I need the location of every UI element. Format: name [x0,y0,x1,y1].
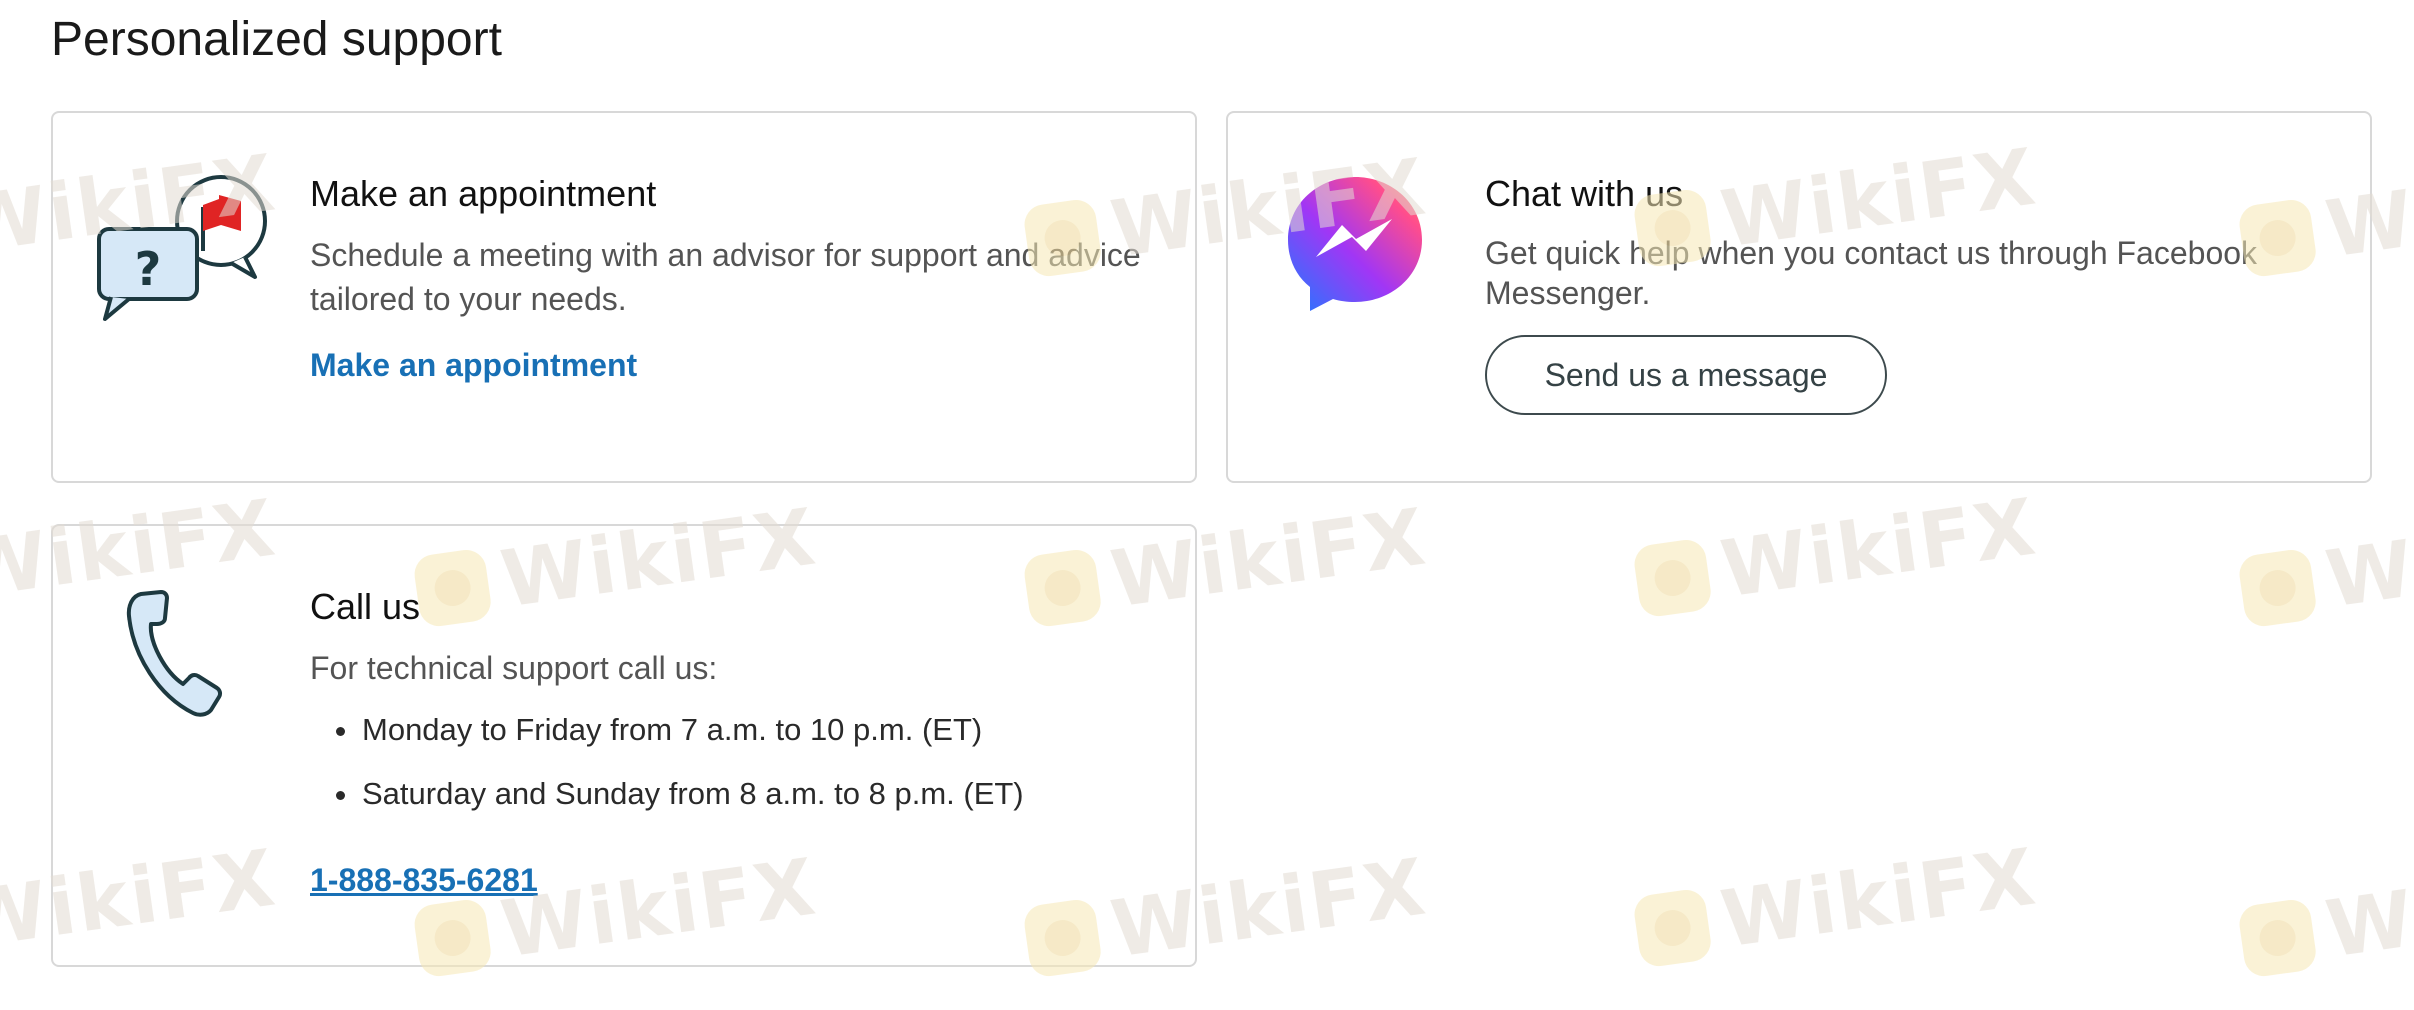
svg-text:?: ? [135,242,162,296]
chat-content: Chat with us Get quick help when you con… [1485,173,2330,415]
messenger-icon [1284,173,1426,315]
call-title: Call us [310,586,421,627]
page-title: Personalized support [51,13,502,66]
phone-icon [125,588,235,718]
make-appointment-link[interactable]: Make an appointment [310,347,637,384]
hours-weekday: Monday to Friday from 7 a.m. to 10 p.m. … [336,708,1155,752]
phone-number-link[interactable]: 1-888-835-6281 [310,862,538,899]
chat-card: Chat with us Get quick help when you con… [1226,111,2372,483]
watermark: WikiFX [2236,842,2414,987]
appointment-content: Make an appointment Schedule a meeting w… [310,173,1155,384]
chat-bubbles-flag-icon: ? [95,169,273,321]
call-description: For technical support call us: [310,650,718,686]
watermark: WikiFX [2236,492,2414,637]
watermark: WikiFX [1631,482,2042,627]
chat-title: Chat with us [1485,173,1684,214]
appointment-description: Schedule a meeting with an advisor for s… [310,237,1141,317]
appointment-card: ? Make an appointment Schedule a meeting… [51,111,1197,483]
support-hours-list: Monday to Friday from 7 a.m. to 10 p.m. … [310,708,1155,816]
hours-weekend: Saturday and Sunday from 8 a.m. to 8 p.m… [336,772,1155,816]
call-content: Call us For technical support call us: M… [310,586,1155,836]
send-message-button[interactable]: Send us a message [1485,335,1887,415]
watermark: WikiFX [1631,832,2042,977]
appointment-title: Make an appointment [310,173,657,214]
call-card: Call us For technical support call us: M… [51,524,1197,967]
support-page: Personalized support ? Make an appointme… [0,0,2414,1010]
chat-description: Get quick help when you contact us throu… [1485,235,2258,311]
